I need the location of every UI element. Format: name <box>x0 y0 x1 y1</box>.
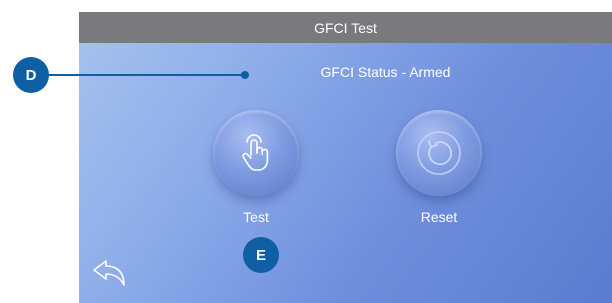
back-arrow-icon[interactable] <box>91 258 127 288</box>
control-panel-screen: GFCI Test GFCI Status - Armed Test Reset <box>79 12 612 303</box>
callout-e-badge: E <box>243 237 279 273</box>
callout-d-badge: D <box>13 57 49 93</box>
title-bar: GFCI Test <box>79 12 612 43</box>
gfci-status-text: GFCI Status - Armed <box>320 64 451 80</box>
hand-tap-icon <box>242 134 269 171</box>
reset-button[interactable] <box>396 110 482 196</box>
test-button[interactable] <box>213 110 299 196</box>
reset-circle-icon <box>417 131 461 175</box>
test-label: Test <box>243 209 269 225</box>
reset-label: Reset <box>420 209 458 225</box>
callout-d-leader-dot <box>241 71 249 79</box>
screen-title: GFCI Test <box>314 19 377 36</box>
callout-d-leader-line <box>48 74 245 76</box>
